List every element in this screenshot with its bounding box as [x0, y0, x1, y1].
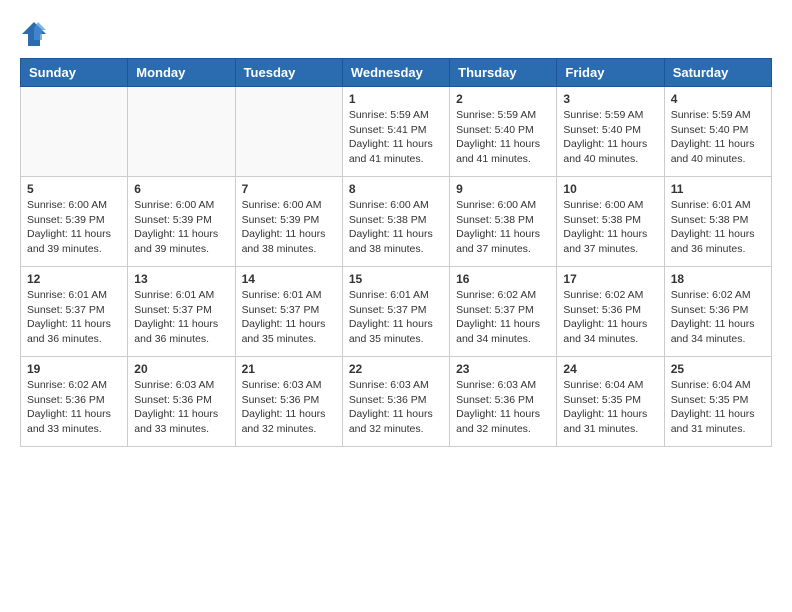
day-info: Sunrise: 6:02 AM Sunset: 5:36 PM Dayligh…	[671, 288, 765, 347]
calendar-cell: 18 Sunrise: 6:02 AM Sunset: 5:36 PM Dayli…	[664, 267, 771, 357]
day-number: 23	[456, 362, 550, 376]
calendar-header: SundayMondayTuesdayWednesdayThursdayFrid…	[21, 59, 772, 87]
header-row: SundayMondayTuesdayWednesdayThursdayFrid…	[21, 59, 772, 87]
day-number: 15	[349, 272, 443, 286]
day-number: 20	[134, 362, 228, 376]
page-header	[20, 20, 772, 48]
calendar-cell: 4 Sunrise: 5:59 AM Sunset: 5:40 PM Daylig…	[664, 87, 771, 177]
day-info: Sunrise: 6:01 AM Sunset: 5:37 PM Dayligh…	[134, 288, 228, 347]
day-info: Sunrise: 6:00 AM Sunset: 5:38 PM Dayligh…	[563, 198, 657, 257]
calendar-cell: 2 Sunrise: 5:59 AM Sunset: 5:40 PM Daylig…	[450, 87, 557, 177]
day-header-thursday: Thursday	[450, 59, 557, 87]
day-info: Sunrise: 6:01 AM Sunset: 5:38 PM Dayligh…	[671, 198, 765, 257]
calendar-cell: 20 Sunrise: 6:03 AM Sunset: 5:36 PM Dayli…	[128, 357, 235, 447]
logo	[20, 20, 52, 48]
calendar-cell	[235, 87, 342, 177]
day-info: Sunrise: 6:03 AM Sunset: 5:36 PM Dayligh…	[134, 378, 228, 437]
day-info: Sunrise: 6:04 AM Sunset: 5:35 PM Dayligh…	[563, 378, 657, 437]
week-row-3: 12 Sunrise: 6:01 AM Sunset: 5:37 PM Dayli…	[21, 267, 772, 357]
calendar-cell: 25 Sunrise: 6:04 AM Sunset: 5:35 PM Dayli…	[664, 357, 771, 447]
day-number: 8	[349, 182, 443, 196]
calendar-cell: 3 Sunrise: 5:59 AM Sunset: 5:40 PM Daylig…	[557, 87, 664, 177]
day-info: Sunrise: 6:00 AM Sunset: 5:39 PM Dayligh…	[134, 198, 228, 257]
day-info: Sunrise: 5:59 AM Sunset: 5:40 PM Dayligh…	[563, 108, 657, 167]
day-number: 18	[671, 272, 765, 286]
calendar-cell: 11 Sunrise: 6:01 AM Sunset: 5:38 PM Dayli…	[664, 177, 771, 267]
calendar-cell	[21, 87, 128, 177]
day-info: Sunrise: 6:03 AM Sunset: 5:36 PM Dayligh…	[242, 378, 336, 437]
day-number: 2	[456, 92, 550, 106]
day-info: Sunrise: 6:00 AM Sunset: 5:38 PM Dayligh…	[456, 198, 550, 257]
day-info: Sunrise: 6:00 AM Sunset: 5:39 PM Dayligh…	[242, 198, 336, 257]
calendar-cell: 22 Sunrise: 6:03 AM Sunset: 5:36 PM Dayli…	[342, 357, 449, 447]
week-row-4: 19 Sunrise: 6:02 AM Sunset: 5:36 PM Dayli…	[21, 357, 772, 447]
day-header-saturday: Saturday	[664, 59, 771, 87]
calendar-cell: 1 Sunrise: 5:59 AM Sunset: 5:41 PM Daylig…	[342, 87, 449, 177]
day-header-wednesday: Wednesday	[342, 59, 449, 87]
calendar-cell: 5 Sunrise: 6:00 AM Sunset: 5:39 PM Daylig…	[21, 177, 128, 267]
day-number: 25	[671, 362, 765, 376]
day-number: 17	[563, 272, 657, 286]
calendar-cell: 7 Sunrise: 6:00 AM Sunset: 5:39 PM Daylig…	[235, 177, 342, 267]
day-number: 13	[134, 272, 228, 286]
day-header-sunday: Sunday	[21, 59, 128, 87]
calendar-body: 1 Sunrise: 5:59 AM Sunset: 5:41 PM Daylig…	[21, 87, 772, 447]
calendar-cell: 19 Sunrise: 6:02 AM Sunset: 5:36 PM Dayli…	[21, 357, 128, 447]
day-info: Sunrise: 5:59 AM Sunset: 5:40 PM Dayligh…	[671, 108, 765, 167]
calendar-cell: 12 Sunrise: 6:01 AM Sunset: 5:37 PM Dayli…	[21, 267, 128, 357]
day-info: Sunrise: 5:59 AM Sunset: 5:41 PM Dayligh…	[349, 108, 443, 167]
day-number: 10	[563, 182, 657, 196]
day-number: 16	[456, 272, 550, 286]
day-number: 12	[27, 272, 121, 286]
logo-icon	[20, 20, 48, 48]
day-number: 19	[27, 362, 121, 376]
day-number: 21	[242, 362, 336, 376]
calendar-cell: 24 Sunrise: 6:04 AM Sunset: 5:35 PM Dayli…	[557, 357, 664, 447]
calendar-cell: 23 Sunrise: 6:03 AM Sunset: 5:36 PM Dayli…	[450, 357, 557, 447]
day-header-friday: Friday	[557, 59, 664, 87]
day-number: 24	[563, 362, 657, 376]
day-number: 7	[242, 182, 336, 196]
calendar-cell: 17 Sunrise: 6:02 AM Sunset: 5:36 PM Dayli…	[557, 267, 664, 357]
day-info: Sunrise: 6:02 AM Sunset: 5:36 PM Dayligh…	[27, 378, 121, 437]
day-header-monday: Monday	[128, 59, 235, 87]
day-info: Sunrise: 5:59 AM Sunset: 5:40 PM Dayligh…	[456, 108, 550, 167]
day-number: 22	[349, 362, 443, 376]
day-info: Sunrise: 6:03 AM Sunset: 5:36 PM Dayligh…	[456, 378, 550, 437]
day-number: 11	[671, 182, 765, 196]
day-number: 3	[563, 92, 657, 106]
day-number: 4	[671, 92, 765, 106]
calendar-cell: 10 Sunrise: 6:00 AM Sunset: 5:38 PM Dayli…	[557, 177, 664, 267]
week-row-1: 1 Sunrise: 5:59 AM Sunset: 5:41 PM Daylig…	[21, 87, 772, 177]
day-info: Sunrise: 6:02 AM Sunset: 5:37 PM Dayligh…	[456, 288, 550, 347]
day-number: 9	[456, 182, 550, 196]
calendar-cell: 13 Sunrise: 6:01 AM Sunset: 5:37 PM Dayli…	[128, 267, 235, 357]
calendar-cell: 6 Sunrise: 6:00 AM Sunset: 5:39 PM Daylig…	[128, 177, 235, 267]
calendar-cell: 15 Sunrise: 6:01 AM Sunset: 5:37 PM Dayli…	[342, 267, 449, 357]
calendar-cell: 14 Sunrise: 6:01 AM Sunset: 5:37 PM Dayli…	[235, 267, 342, 357]
day-info: Sunrise: 6:01 AM Sunset: 5:37 PM Dayligh…	[242, 288, 336, 347]
day-info: Sunrise: 6:00 AM Sunset: 5:39 PM Dayligh…	[27, 198, 121, 257]
calendar-cell: 21 Sunrise: 6:03 AM Sunset: 5:36 PM Dayli…	[235, 357, 342, 447]
day-info: Sunrise: 6:01 AM Sunset: 5:37 PM Dayligh…	[349, 288, 443, 347]
day-number: 14	[242, 272, 336, 286]
day-number: 1	[349, 92, 443, 106]
day-number: 6	[134, 182, 228, 196]
calendar-table: SundayMondayTuesdayWednesdayThursdayFrid…	[20, 58, 772, 447]
calendar-cell: 16 Sunrise: 6:02 AM Sunset: 5:37 PM Dayli…	[450, 267, 557, 357]
day-header-tuesday: Tuesday	[235, 59, 342, 87]
calendar-cell: 9 Sunrise: 6:00 AM Sunset: 5:38 PM Daylig…	[450, 177, 557, 267]
day-info: Sunrise: 6:00 AM Sunset: 5:38 PM Dayligh…	[349, 198, 443, 257]
day-info: Sunrise: 6:04 AM Sunset: 5:35 PM Dayligh…	[671, 378, 765, 437]
day-info: Sunrise: 6:02 AM Sunset: 5:36 PM Dayligh…	[563, 288, 657, 347]
calendar-cell: 8 Sunrise: 6:00 AM Sunset: 5:38 PM Daylig…	[342, 177, 449, 267]
day-number: 5	[27, 182, 121, 196]
day-info: Sunrise: 6:03 AM Sunset: 5:36 PM Dayligh…	[349, 378, 443, 437]
week-row-2: 5 Sunrise: 6:00 AM Sunset: 5:39 PM Daylig…	[21, 177, 772, 267]
day-info: Sunrise: 6:01 AM Sunset: 5:37 PM Dayligh…	[27, 288, 121, 347]
calendar-cell	[128, 87, 235, 177]
